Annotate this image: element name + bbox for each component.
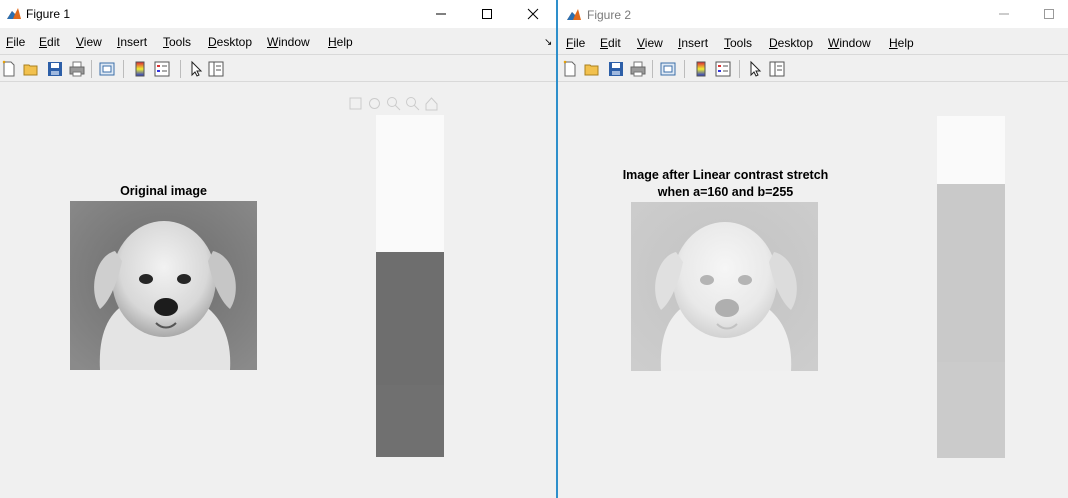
maximize-icon: [482, 9, 492, 19]
zoom-out-icon[interactable]: [404, 95, 421, 112]
minimize-button[interactable]: [981, 0, 1027, 28]
window-title: Figure 2: [587, 8, 632, 22]
toolbar-separator: [91, 60, 92, 78]
toolbar-separator: [123, 60, 124, 78]
maximize-button[interactable]: [1026, 0, 1068, 28]
menu-view[interactable]: View: [637, 36, 663, 50]
menu-bar: File Edit View Insert Tools Desktop Wind…: [0, 28, 556, 54]
figure-canvas: Image after Linear contrast stretch when…: [558, 82, 1068, 498]
matlab-icon: [6, 6, 22, 22]
menu-view[interactable]: View: [76, 35, 102, 49]
figure-canvas: Original image: [0, 82, 556, 498]
menu-help[interactable]: Help: [889, 36, 914, 50]
colorbar-upper-segment: [937, 116, 1005, 184]
colorbar[interactable]: [937, 116, 1005, 458]
open-file-icon[interactable]: [22, 60, 40, 78]
menu-edit[interactable]: Edit: [600, 36, 621, 50]
menu-bar: File Edit View Insert Tools Desktop Wind…: [558, 28, 1068, 54]
new-figure-icon[interactable]: [561, 60, 579, 78]
menu-tools[interactable]: Tools: [163, 35, 191, 49]
menu-window[interactable]: Window: [828, 36, 871, 50]
legend-icon[interactable]: [153, 60, 171, 78]
figure-toolbar: [0, 54, 556, 82]
colorbar-lower-segment: [376, 252, 444, 385]
menu-desktop[interactable]: Desktop: [208, 35, 252, 49]
close-button[interactable]: [510, 0, 556, 28]
dock-arrow-icon[interactable]: ↘: [544, 37, 552, 48]
minimize-button[interactable]: [418, 0, 464, 28]
edit-plot-icon[interactable]: [746, 60, 764, 78]
print-icon[interactable]: [68, 60, 86, 78]
title-bar[interactable]: Figure 1: [0, 0, 556, 28]
save-icon[interactable]: [607, 60, 625, 78]
print-preview-icon[interactable]: [98, 60, 116, 78]
menu-file[interactable]: File: [6, 35, 25, 49]
colorbar-icon[interactable]: [131, 60, 149, 78]
toolbar-separator: [652, 60, 653, 78]
original-puppy-image[interactable]: [70, 201, 257, 370]
colorbar-bottom-segment: [376, 385, 444, 457]
maximize-icon: [1044, 9, 1054, 19]
new-figure-icon[interactable]: [0, 60, 18, 78]
colorbar-bottom-segment: [937, 362, 1005, 458]
matlab-icon: [566, 7, 582, 23]
axes-title-line-2: when a=160 and b=255: [657, 185, 794, 199]
axes-title-line-1: Image after Linear contrast stretch: [622, 168, 829, 182]
menu-insert[interactable]: Insert: [678, 36, 708, 50]
open-file-icon[interactable]: [583, 60, 601, 78]
colorbar-upper-segment: [376, 115, 444, 252]
menu-tools[interactable]: Tools: [724, 36, 752, 50]
toolbar-separator: [684, 60, 685, 78]
figure-toolbar: [558, 54, 1068, 82]
legend-icon[interactable]: [714, 60, 732, 78]
minimize-icon: [999, 13, 1009, 15]
axes-title: Image after Linear contrast stretch when…: [598, 167, 853, 201]
property-inspector-icon[interactable]: [207, 60, 225, 78]
puppy-photo: [70, 201, 257, 370]
window-title: Figure 1: [26, 7, 71, 21]
menu-insert[interactable]: Insert: [117, 35, 147, 49]
menu-window[interactable]: Window: [267, 35, 310, 49]
title-bar[interactable]: Figure 2: [558, 0, 1068, 28]
zoom-in-icon[interactable]: [385, 95, 402, 112]
print-preview-icon[interactable]: [659, 60, 677, 78]
toolbar-separator: [739, 60, 740, 78]
colorbar[interactable]: [376, 115, 444, 457]
stretched-puppy-image[interactable]: [631, 202, 818, 371]
menu-help[interactable]: Help: [328, 35, 353, 49]
pan-icon[interactable]: [366, 95, 383, 112]
save-icon[interactable]: [46, 60, 64, 78]
home-icon[interactable]: [423, 95, 440, 112]
puppy-photo: [631, 202, 818, 371]
maximize-button[interactable]: [464, 0, 510, 28]
axes-toolbar: [347, 95, 440, 112]
minimize-icon: [436, 13, 446, 15]
colorbar-icon[interactable]: [692, 60, 710, 78]
toolbar-separator: [180, 60, 181, 78]
print-icon[interactable]: [629, 60, 647, 78]
axes-title: Original image: [120, 184, 207, 198]
figure-1-window: Figure 1 File Edit View Insert Tools Des…: [0, 0, 556, 498]
edit-plot-icon[interactable]: [187, 60, 205, 78]
menu-desktop[interactable]: Desktop: [769, 36, 813, 50]
close-icon: [527, 8, 539, 20]
property-inspector-icon[interactable]: [768, 60, 786, 78]
menu-file[interactable]: File: [566, 36, 585, 50]
brush-icon[interactable]: [347, 95, 364, 112]
colorbar-lower-segment: [937, 184, 1005, 362]
menu-edit[interactable]: Edit: [39, 35, 60, 49]
figure-2-window: Figure 2 File Edit View Insert Tools Des…: [558, 0, 1068, 498]
